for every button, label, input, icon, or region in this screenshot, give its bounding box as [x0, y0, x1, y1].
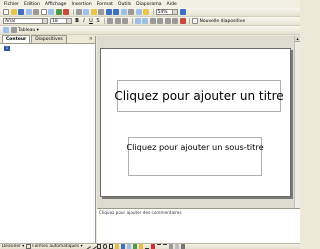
save-icon[interactable] [18, 9, 24, 15]
italic-button[interactable]: I [81, 18, 87, 24]
format-painter-icon[interactable] [98, 9, 104, 15]
menu-format[interactable]: Format [97, 2, 113, 7]
new-icon[interactable] [3, 9, 9, 15]
decrease-indent-icon[interactable] [164, 18, 171, 24]
close-icon[interactable]: × [89, 36, 93, 42]
numbering-icon[interactable] [134, 18, 141, 24]
copy-icon[interactable] [83, 9, 89, 15]
font-combo[interactable]: Arial [3, 17, 48, 25]
email-icon[interactable] [33, 9, 39, 15]
title-placeholder[interactable]: Cliquez pour ajouter un titre [114, 80, 284, 112]
increase-indent-icon[interactable] [172, 18, 178, 24]
slide-canvas[interactable]: Cliquez pour ajouter un titre Cliquez po… [100, 48, 291, 197]
clipart-icon[interactable] [126, 244, 132, 249]
menu-bar: Fichier Edition Affichage Insertion Form… [0, 0, 300, 8]
tables-toolbar: Tableau ▾ [0, 26, 300, 35]
pane-tabs: Contour Diapositives [0, 35, 95, 44]
eraser-icon[interactable] [10, 27, 17, 33]
cut-icon[interactable] [75, 9, 82, 15]
tab-slides[interactable]: Diapositives [31, 35, 67, 43]
redo-icon[interactable] [113, 9, 119, 15]
menu-edit[interactable]: Edition [24, 2, 40, 7]
table-icon[interactable] [128, 9, 134, 15]
rectangle-icon[interactable] [96, 244, 102, 249]
pencil-icon[interactable] [3, 27, 9, 33]
tableau-menu[interactable]: Tableau ▾ [18, 28, 39, 33]
3d-style-icon[interactable] [180, 244, 186, 249]
outline-slides-pane: Contour Diapositives × 1 [0, 35, 96, 249]
bold-button[interactable]: B [74, 18, 80, 24]
line-style-icon[interactable] [156, 244, 162, 249]
chart-icon[interactable] [120, 9, 127, 15]
standard-toolbar: 54% [0, 8, 300, 17]
spelling-icon[interactable] [55, 9, 62, 15]
draw-menu[interactable]: Dessiner ▾ [2, 244, 24, 249]
line-icon[interactable] [83, 244, 90, 249]
permission-icon[interactable] [25, 9, 32, 15]
vertical-scrollbar[interactable]: ▴ [294, 36, 300, 208]
formatting-toolbar: Arial 18 B I U S Nouvelle diapositive [0, 17, 300, 26]
align-left-icon[interactable] [107, 18, 113, 24]
menu-tools[interactable]: Outils [118, 2, 131, 7]
underline-button[interactable]: U [88, 18, 94, 24]
font-color-icon[interactable] [179, 18, 186, 24]
color-grayscale-icon[interactable] [143, 9, 149, 15]
shadow-style-icon[interactable] [174, 244, 180, 249]
slide-editor: Cliquez pour ajouter un titre Cliquez po… [97, 36, 300, 208]
scroll-up-icon[interactable]: ▴ [295, 36, 300, 42]
menu-file[interactable]: Fichier [4, 2, 19, 7]
menu-help[interactable]: Aide [167, 2, 177, 7]
open-icon[interactable] [10, 9, 17, 15]
textbox-icon[interactable] [108, 244, 114, 249]
arrow-style-icon[interactable] [168, 244, 174, 249]
tables-borders-icon[interactable] [135, 9, 142, 15]
bullets-icon[interactable] [142, 18, 148, 24]
line-color-icon[interactable] [144, 244, 150, 249]
design-icon[interactable] [192, 18, 198, 24]
research-icon[interactable] [63, 9, 69, 15]
align-right-icon[interactable] [122, 18, 128, 24]
align-center-icon[interactable] [114, 18, 121, 24]
notes-placeholder[interactable]: Cliquez pour ajouter des commentaires [99, 210, 182, 215]
autoshapes-menu[interactable]: Formes automatiques ▾ [32, 244, 82, 249]
decrease-font-icon[interactable] [157, 18, 163, 24]
oval-icon[interactable] [102, 244, 108, 249]
font-size-combo[interactable]: 18 [50, 17, 72, 25]
menu-insert[interactable]: Insertion [72, 2, 92, 7]
font-color-draw-icon[interactable] [150, 244, 156, 249]
shadow-button[interactable]: S [95, 18, 101, 24]
print-icon[interactable] [40, 9, 47, 15]
print-preview-icon[interactable] [48, 9, 54, 15]
increase-font-icon[interactable] [149, 18, 156, 24]
zoom-combo[interactable]: 54% [155, 8, 178, 16]
fill-color-icon[interactable] [138, 244, 144, 249]
subtitle-placeholder[interactable]: Cliquez pour ajouter un sous-titre [126, 137, 264, 176]
picture-icon[interactable] [132, 244, 138, 249]
menu-slideshow[interactable]: Diaporama [136, 2, 161, 7]
select-objects-icon[interactable] [26, 244, 31, 249]
wordart-icon[interactable] [114, 244, 120, 249]
help-icon[interactable] [179, 9, 186, 15]
menu-view[interactable]: Affichage [45, 2, 67, 7]
new-slide-button[interactable]: Nouvelle diapositive [200, 19, 246, 24]
dash-style-icon[interactable] [162, 244, 168, 249]
notes-pane[interactable]: Cliquez pour ajouter des commentaires [97, 208, 300, 243]
diagram-icon[interactable] [120, 244, 126, 249]
undo-icon[interactable] [105, 9, 112, 15]
slide-thumbnail-icon[interactable]: 1 [4, 46, 10, 51]
tab-outline[interactable]: Contour [2, 35, 31, 43]
drawing-toolbar: Dessiner ▾ Formes automatiques ▾ [0, 243, 300, 249]
arrow-icon[interactable] [89, 244, 96, 249]
paste-icon[interactable] [90, 9, 97, 15]
